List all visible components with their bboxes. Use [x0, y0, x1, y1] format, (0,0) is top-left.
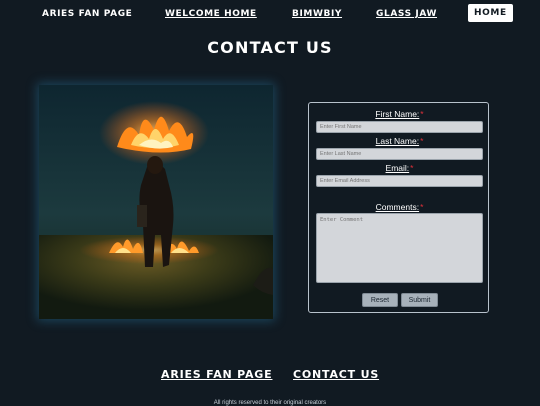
comments-textarea[interactable]: [316, 213, 483, 283]
email-input[interactable]: [316, 175, 483, 187]
required-marker: *: [420, 136, 424, 146]
copyright-text: All rights reserved to their original cr…: [213, 400, 327, 406]
hero-photo: [39, 85, 273, 319]
hero-photo-illustration: [39, 85, 273, 319]
nav-link-glass-jaw[interactable]: GLASS JAW: [376, 9, 437, 19]
nav-link-bimwbiy[interactable]: BIMWBIY: [292, 9, 342, 19]
last-name-input[interactable]: [316, 148, 483, 160]
email-label: Email:*: [385, 163, 414, 173]
last-name-label: Last Name:*: [375, 136, 424, 146]
first-name-input[interactable]: [316, 121, 483, 133]
footer-nav: ARIES FAN PAGE CONTACT US: [0, 368, 540, 384]
required-marker: *: [410, 163, 414, 173]
top-nav: ARIES FAN PAGE WELCOME HOME BIMWBIY GLAS…: [0, 4, 540, 24]
footer-link-aries-fan-page[interactable]: ARIES FAN PAGE: [161, 368, 272, 381]
required-marker: *: [420, 109, 424, 119]
first-name-label: First Name:*: [375, 109, 424, 119]
footer-link-contact-us[interactable]: CONTACT US: [293, 368, 379, 381]
comments-label: Comments:*: [375, 202, 424, 212]
required-marker: *: [420, 202, 424, 212]
page-title: CONTACT US: [207, 38, 333, 57]
nav-link-home[interactable]: HOME: [468, 4, 513, 22]
contact-form: First Name:* Last Name:* Email:* Comment…: [308, 102, 489, 313]
nav-link-aries-fan-page[interactable]: ARIES FAN PAGE: [42, 9, 132, 19]
submit-button[interactable]: Submit: [401, 293, 438, 307]
reset-button[interactable]: Reset: [362, 293, 398, 307]
nav-link-welcome-home[interactable]: WELCOME HOME: [165, 9, 257, 19]
